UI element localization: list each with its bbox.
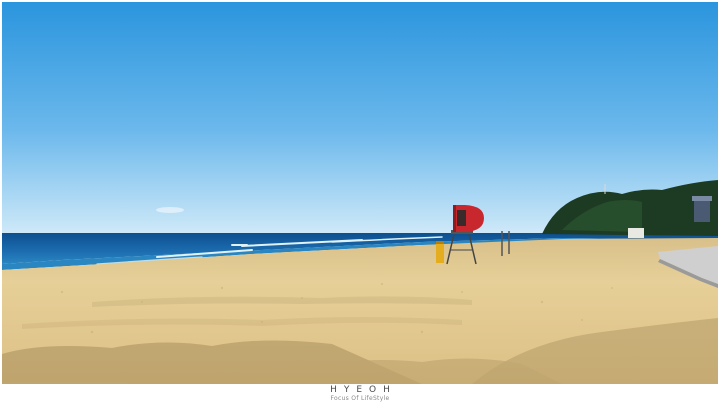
cloud	[156, 207, 184, 213]
beach-scene	[2, 2, 718, 384]
yellow-post-top	[436, 241, 444, 244]
image-frame: HYEOH Focus Of LifeStyle	[0, 0, 720, 405]
watermark: HYEOH Focus Of LifeStyle	[0, 384, 720, 405]
kiosk	[628, 228, 644, 238]
beach-photo	[2, 2, 718, 384]
building	[694, 200, 710, 222]
watermark-brand: HYEOH	[330, 385, 397, 395]
watermark-tagline: Focus Of LifeStyle	[330, 395, 390, 402]
building-roof	[692, 196, 712, 201]
yellow-post	[436, 243, 444, 263]
